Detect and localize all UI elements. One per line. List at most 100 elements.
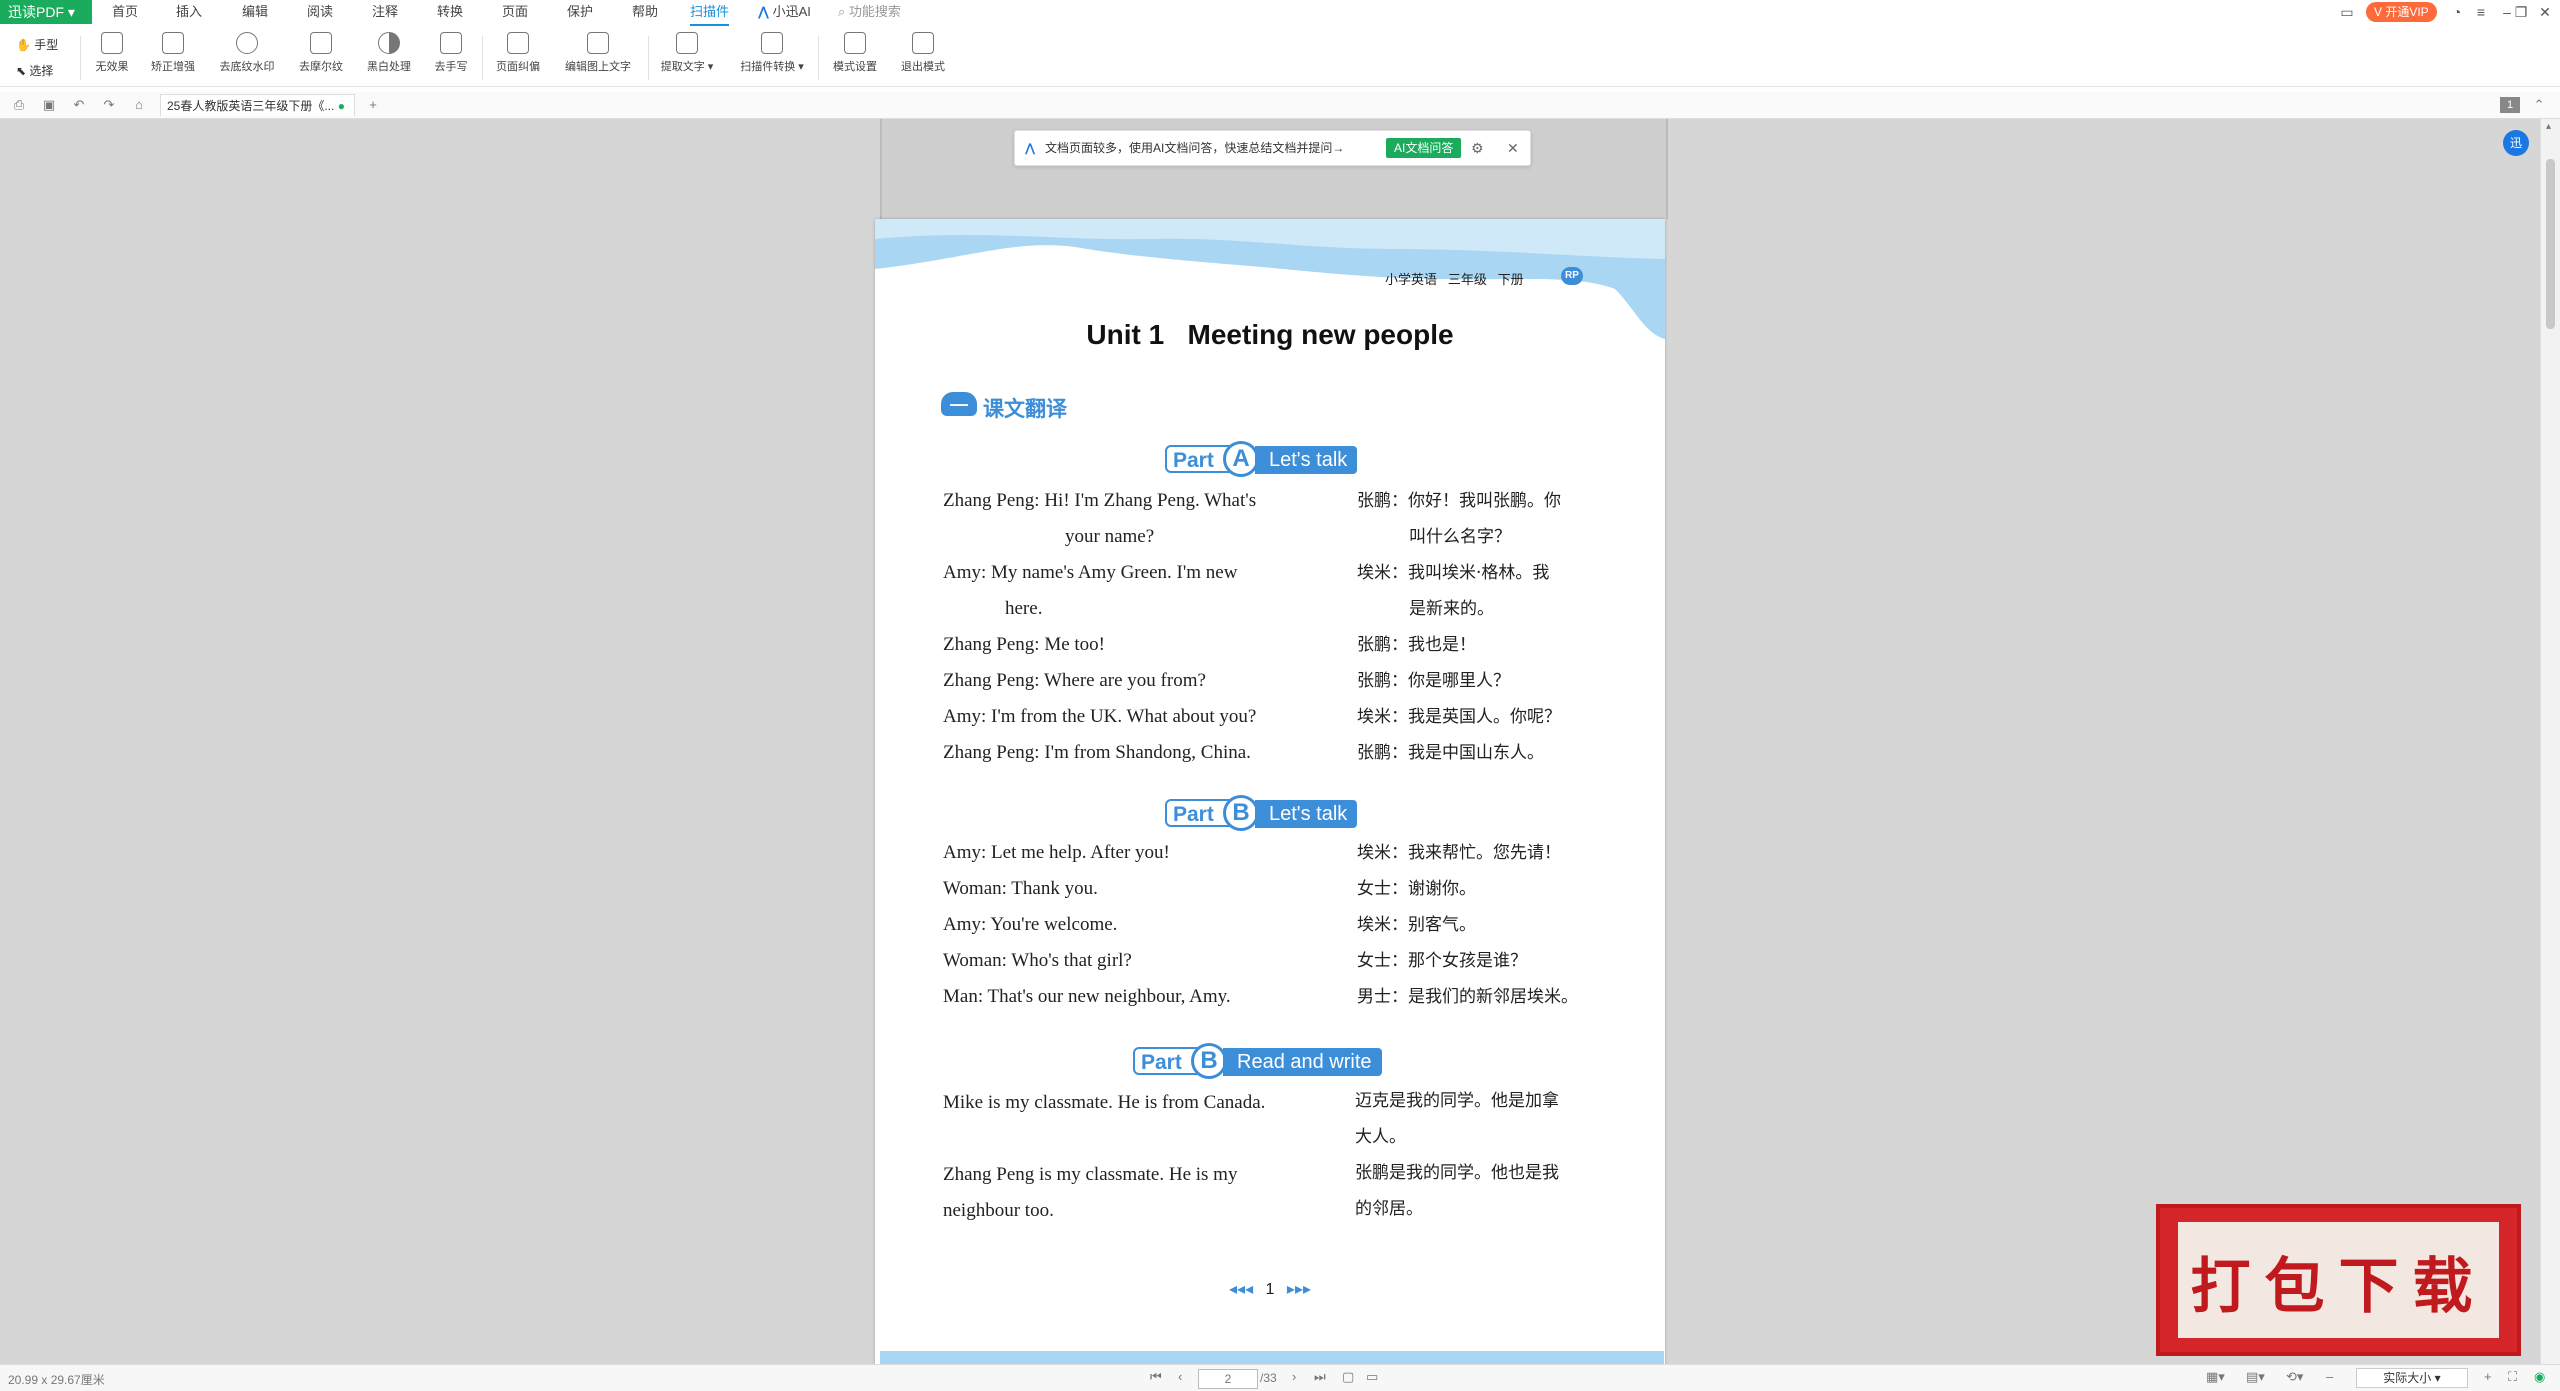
fullscreen-icon[interactable]: ⛶ — [2508, 1369, 2517, 1385]
reading-line: Mike is my classmate. He is from Canada. — [943, 1092, 1266, 1113]
stamp-text: 打包下载 — [2190, 1252, 2487, 1322]
menu-annotate[interactable]: 注释 — [372, 0, 398, 24]
document-viewport[interactable]: 小学英语 三年级 下册 RP Unit 1 Meeting new people… — [0, 119, 2540, 1369]
app-name: 迅读PDF — [8, 4, 64, 20]
dialog-line: Amy: Let me help. After you! — [943, 842, 1170, 863]
remove-watermark-button[interactable]: 去底纹水印 — [212, 32, 282, 82]
prev-page-icon[interactable]: ‹ — [1178, 1369, 1182, 1384]
exit-icon — [912, 32, 934, 54]
floating-ai-icon[interactable]: 迅 — [2503, 130, 2529, 156]
part-b-read-heading: Part B Read and write — [1133, 1043, 1423, 1079]
stamp-background: 打包下载 — [2178, 1222, 2499, 1338]
translation-line: 张鹏：你是哪里人？ — [1357, 671, 1510, 691]
hand-tool[interactable]: ✋ 手型 — [16, 36, 58, 53]
menu-read[interactable]: 阅读 — [307, 0, 333, 24]
translation-line: 男士：是我们的新邻居埃米。 — [1357, 987, 1578, 1007]
tool-label: 无效果 — [95, 61, 129, 73]
feature-search-label: 功能搜索 — [848, 4, 901, 19]
exit-mode-button[interactable]: 退出模式 — [894, 32, 952, 82]
print-icon[interactable]: ⎙ — [10, 96, 28, 114]
translation-line: 张鹏是我的同学。他也是我 — [1355, 1163, 1559, 1183]
menu-protect[interactable]: 保护 — [567, 0, 593, 24]
tool-label: 退出模式 — [901, 61, 945, 73]
translation-line: 张鹏：我也是！ — [1357, 635, 1476, 655]
next-page — [880, 1351, 1664, 1365]
part-letter: B — [1223, 795, 1259, 831]
zoom-out-icon[interactable]: – — [2326, 1369, 2333, 1384]
reading-line: neighbour too. — [943, 1200, 1054, 1221]
chevron-down-icon: ▾ — [2434, 1371, 2441, 1385]
document-tab[interactable]: 25春人教版英语三年级下册《... ● — [160, 94, 355, 116]
fit-page-icon[interactable]: ▢ — [1342, 1369, 1354, 1385]
black-white-button[interactable]: 黑白处理 — [360, 32, 418, 82]
vip-button[interactable]: V 开通VIP — [2366, 2, 2437, 22]
translation-line: 埃米：别客气。 — [1357, 915, 1476, 935]
header-badge: RP — [1561, 267, 1583, 285]
fit-width-icon[interactable]: ▭ — [1366, 1369, 1378, 1385]
home-icon[interactable]: ⌂ — [130, 96, 148, 114]
next-page-icon[interactable]: › — [1292, 1369, 1296, 1384]
translation-line: 的邻居。 — [1355, 1199, 1423, 1219]
undo-icon[interactable]: ↶ — [70, 96, 88, 114]
page-number-input[interactable]: 2 — [1198, 1369, 1258, 1389]
translation-line: 埃米：我是英国人。你呢？ — [1357, 707, 1561, 727]
contrast-icon — [378, 32, 400, 54]
correct-enhance-button[interactable]: 矫正增强 — [144, 32, 202, 82]
gear-icon[interactable]: ⚙ — [1471, 131, 1484, 165]
header-tag: 小学英语 三年级 下册 — [1385, 272, 1524, 287]
remove-handwriting-button[interactable]: 去手写 — [428, 32, 474, 82]
redo-icon[interactable]: ↷ — [100, 96, 118, 114]
feature-search[interactable]: ⌕ 功能搜索 — [838, 0, 901, 24]
new-tab-icon[interactable]: + — [364, 96, 382, 114]
first-page-icon[interactable]: ⏮ — [1150, 1369, 1162, 1385]
dialog-line: Zhang Peng: I'm from Shandong, China. — [943, 742, 1251, 763]
translation-line: 女士：谢谢你。 — [1357, 879, 1476, 899]
menu-edit[interactable]: 编辑 — [242, 0, 268, 24]
tool-label: 去手写 — [434, 61, 468, 73]
restore-icon[interactable]: ❐ — [2508, 2, 2534, 22]
menu-help[interactable]: 帮助 — [632, 0, 658, 24]
remove-moire-button[interactable]: 去摩尔纹 — [292, 32, 350, 82]
menu-convert[interactable]: 转换 — [437, 0, 463, 24]
message-icon[interactable]: ▭ — [2334, 2, 2360, 22]
layout-icon[interactable]: ▤▾ — [2246, 1369, 2265, 1385]
pen-icon — [440, 32, 462, 54]
edit-image-text-button[interactable]: 编辑图上文字 — [556, 32, 640, 82]
menu-more-icon[interactable]: ≡ — [2468, 2, 2494, 22]
extract-text-button[interactable]: 提取文字 ▾ — [654, 32, 720, 82]
status-bar: 20.99 x 29.67厘米 ⏮ ‹ 2 /33 › ⏭ ▢ ▭ ▦▾ ▤▾ … — [0, 1364, 2560, 1391]
scrollbar-thumb[interactable] — [2546, 159, 2555, 329]
no-effect-button[interactable]: 无效果 — [88, 32, 136, 82]
user-avatar-icon[interactable]: ◔ — [2444, 2, 2470, 22]
part-title: Read and write — [1223, 1048, 1382, 1076]
rotate-icon[interactable]: ⟲▾ — [2286, 1369, 2303, 1385]
mode-settings-button[interactable]: 模式设置 — [826, 32, 884, 82]
page-size: 20.99 x 29.67厘米 — [8, 1373, 105, 1387]
last-page-icon[interactable]: ⏭ — [1314, 1369, 1326, 1385]
scroll-up-icon[interactable]: ▴ — [2546, 121, 2551, 132]
save-icon[interactable]: ▣ — [40, 96, 58, 114]
close-window-icon[interactable]: ✕ — [2532, 2, 2558, 22]
vertical-scrollbar[interactable]: ▴ — [2540, 119, 2560, 1364]
eye-care-icon[interactable]: ◉ — [2534, 1369, 2545, 1385]
menu-ai[interactable]: ⋀ 小迅AI — [758, 0, 811, 24]
crop-icon — [162, 32, 184, 54]
scan-convert-button[interactable]: 扫描件转换 ▾ — [734, 32, 810, 82]
zoom-in-icon[interactable]: + — [2484, 1369, 2492, 1384]
vip-label: 开通VIP — [2385, 5, 2429, 19]
menu-home[interactable]: 首页 — [112, 0, 138, 24]
close-icon[interactable]: ✕ — [1507, 131, 1519, 165]
menu-page[interactable]: 页面 — [502, 0, 528, 24]
menu-insert[interactable]: 插入 — [176, 0, 202, 24]
app-logo-button[interactable]: 迅读PDF ▾ — [0, 0, 92, 24]
dialog-line: Man: That's our new neighbour, Amy. — [943, 986, 1231, 1007]
zoom-select[interactable]: 实际大小 ▾ — [2356, 1368, 2468, 1388]
select-tool[interactable]: ⬉ 选择 — [16, 62, 53, 79]
translation-line: 是新来的。 — [1409, 599, 1494, 619]
page-deskew-button[interactable]: 页面纠偏 — [490, 32, 546, 82]
view-mode-icon[interactable]: ▦▾ — [2206, 1369, 2225, 1385]
ai-qa-button[interactable]: AI文档问答 — [1386, 138, 1462, 158]
collapse-icon[interactable]: ⌃ — [2530, 96, 2548, 114]
menu-scan[interactable]: 扫描件 — [690, 0, 730, 26]
tool-label: 黑白处理 — [367, 61, 411, 73]
